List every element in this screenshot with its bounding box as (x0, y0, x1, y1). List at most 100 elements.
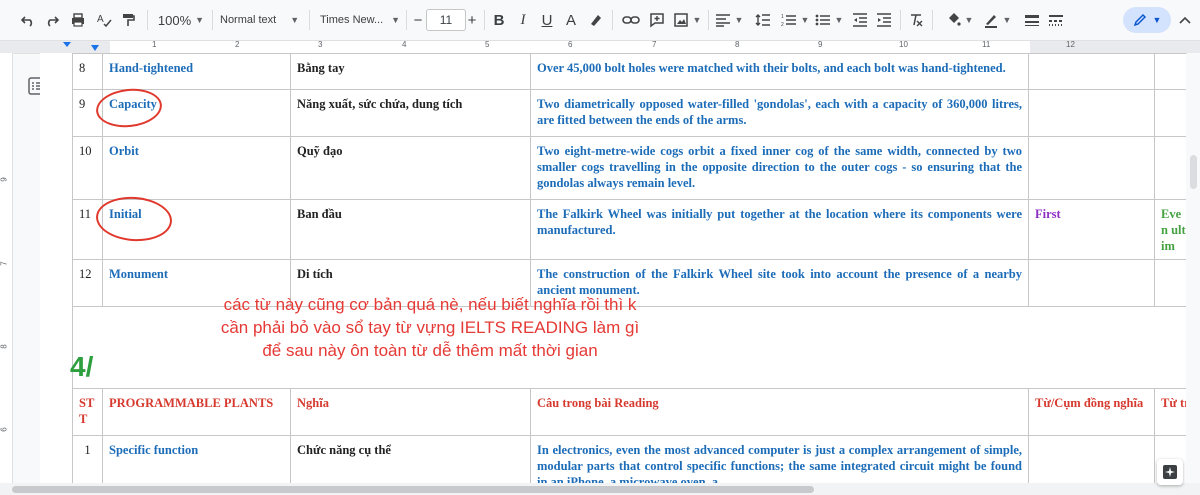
ruler-number: 4 (402, 40, 407, 49)
vocab-extra[interactable] (1154, 53, 1186, 90)
chevron-down-icon: ▼ (964, 15, 974, 25)
border-width-icon[interactable] (1022, 9, 1042, 31)
ruler-number: 6 (568, 40, 573, 49)
vocab-extra[interactable] (1154, 89, 1186, 137)
svg-text:1: 1 (781, 14, 784, 20)
underline-button[interactable]: U (537, 9, 557, 31)
first-line-indent-marker-icon[interactable] (90, 43, 100, 53)
print-icon[interactable] (68, 9, 88, 31)
ruler-number: 6 (0, 427, 9, 432)
ruler-number: 9 (0, 177, 9, 182)
font-select[interactable]: Times New... ▼ (320, 9, 402, 31)
border-dash-icon[interactable] (1046, 9, 1066, 31)
font-size-input[interactable]: 11 (426, 9, 466, 31)
increase-indent-icon[interactable] (874, 9, 894, 31)
table-row: 11 Initial Ban đầu The Falkirk Wheel was… (72, 199, 1186, 260)
vocab-extra[interactable] (1154, 136, 1186, 200)
vocab-word[interactable]: Specific function (102, 435, 291, 483)
increase-font-size-button[interactable]: + (464, 9, 480, 31)
ruler-number: 7 (0, 261, 9, 266)
ruler-number: 5 (485, 40, 490, 49)
horizontal-scrollbar[interactable] (0, 483, 1200, 495)
document-page[interactable]: 8 Hand-tightened Bằng tay Over 45,000 bo… (40, 53, 1186, 483)
ruler-number: 12 (1066, 40, 1075, 49)
vocab-meaning[interactable]: Năng xuất, sức chứa, dung tích (290, 89, 531, 137)
image-icon[interactable]: ▼ (672, 9, 702, 31)
chevron-down-icon: ▼ (1002, 15, 1012, 25)
chevron-down-icon: ▼ (1152, 15, 1162, 25)
table-row: 8 Hand-tightened Bằng tay Over 45,000 bo… (72, 53, 1186, 90)
section-number: 4/ (70, 351, 94, 382)
ruler-number: 1 (152, 40, 157, 49)
row-number: 1 (72, 435, 103, 483)
vocab-meaning[interactable]: Quỹ đạo (290, 136, 531, 200)
bold-button[interactable]: B (489, 9, 509, 31)
decrease-indent-icon[interactable] (850, 9, 870, 31)
editing-mode-button[interactable]: ▼ (1123, 7, 1171, 33)
ruler-number: 11 (982, 40, 991, 49)
vocab-synonym[interactable] (1028, 435, 1155, 483)
paint-format-icon[interactable] (118, 9, 138, 31)
collapse-menus-icon[interactable] (1175, 9, 1195, 31)
vocab-extra[interactable]: Even ultim (1154, 199, 1186, 260)
vocab-sentence[interactable]: Over 45,000 bolt holes were matched with… (530, 53, 1029, 90)
clear-formatting-icon[interactable] (906, 9, 926, 31)
note-line: để sau này ôn toàn từ dễ thêm mất thời g… (262, 341, 598, 360)
vocab-meaning[interactable]: Bằng tay (290, 53, 531, 90)
horizontal-ruler[interactable]: 1 2 3 4 5 6 7 8 9 10 11 12 (0, 40, 1200, 54)
italic-button[interactable]: I (513, 9, 533, 31)
link-icon[interactable] (620, 9, 642, 31)
vocab-synonym[interactable] (1028, 136, 1155, 200)
header-stt: ST T (72, 388, 103, 436)
bulleted-list-icon[interactable]: ▼ (814, 9, 844, 31)
table-row: 9 Capacity Năng xuất, sức chứa, dung tíc… (72, 89, 1186, 137)
svg-text:2: 2 (781, 22, 784, 28)
redo-icon[interactable] (42, 9, 62, 31)
line-spacing-icon[interactable] (752, 9, 774, 31)
zoom-select[interactable]: 100% ▼ (156, 9, 206, 31)
vocab-word[interactable]: Hand-tightened (102, 53, 291, 90)
vocab-meaning[interactable]: Ban đầu (290, 199, 531, 260)
vocab-synonym[interactable] (1028, 259, 1155, 307)
explore-button[interactable] (1157, 459, 1183, 485)
spellcheck-icon[interactable]: A (94, 9, 114, 31)
vocab-word[interactable]: Orbit (102, 136, 291, 200)
font-value: Times New... (320, 14, 384, 26)
ruler-number: 7 (652, 40, 657, 49)
vocab-synonym[interactable]: First (1028, 199, 1155, 260)
header-meaning: Nghĩa (290, 388, 531, 436)
style-value: Normal text (220, 14, 277, 26)
note-line: các từ này cũng cơ bản quá nè, nếu biết … (223, 295, 637, 314)
table-header-row: ST T PROGRAMMABLE PLANTS Nghĩa Câu trong… (72, 388, 1186, 436)
fill-color-icon[interactable]: ▼ (944, 9, 974, 31)
style-select[interactable]: Normal text ▼ (220, 9, 304, 31)
vocab-meaning[interactable]: Chức năng cụ thể (290, 435, 531, 483)
row-number: 8 (72, 53, 103, 90)
vocab-synonym[interactable] (1028, 89, 1155, 137)
vocab-sentence[interactable]: Two diametrically opposed water-filled '… (530, 89, 1029, 137)
svg-text:A: A (97, 14, 104, 25)
highlight-icon[interactable] (586, 9, 606, 31)
ruler-number: 8 (735, 40, 740, 49)
vocab-sentence[interactable]: In electronics, even the most advanced c… (530, 435, 1029, 483)
undo-icon[interactable] (18, 9, 38, 31)
left-indent-marker-icon[interactable] (62, 41, 72, 51)
vertical-scroll-thumb[interactable] (1190, 155, 1197, 189)
chevron-down-icon: ▼ (692, 15, 702, 25)
align-icon[interactable]: ▼ (714, 9, 744, 31)
vertical-scrollbar[interactable] (1187, 53, 1200, 483)
vocab-sentence[interactable]: Two eight-metre-wide cogs orbit a fixed … (530, 136, 1029, 200)
horizontal-scroll-thumb[interactable] (12, 486, 814, 493)
pencil-icon (1133, 13, 1146, 27)
vocab-sentence[interactable]: The Falkirk Wheel was initially put toge… (530, 199, 1029, 260)
numbered-list-icon[interactable]: 1 2 ▼ (780, 9, 810, 31)
vocab-synonym[interactable] (1028, 53, 1155, 90)
vertical-ruler[interactable]: 9 7 8 6 (0, 53, 13, 483)
vocab-extra[interactable] (1154, 259, 1186, 307)
decrease-font-size-button[interactable]: − (410, 9, 426, 31)
border-color-icon[interactable]: ▼ (982, 9, 1012, 31)
zoom-value: 100% (157, 12, 192, 28)
chevron-down-icon: ▼ (800, 15, 810, 25)
text-color-button[interactable]: A (561, 9, 581, 31)
comment-icon[interactable] (646, 9, 668, 31)
